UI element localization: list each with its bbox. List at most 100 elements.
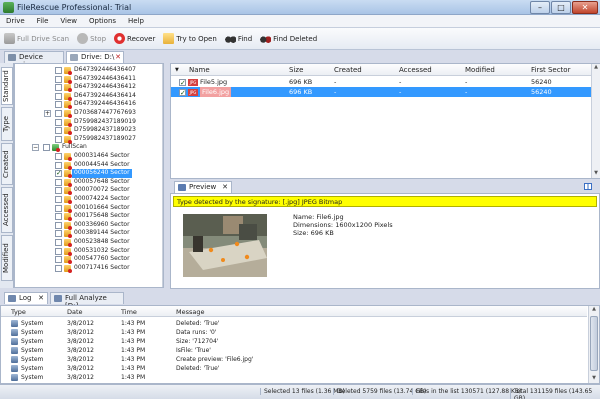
scroll-up-icon[interactable]: ▲	[163, 64, 164, 72]
menu-help[interactable]: Help	[122, 15, 150, 25]
tree-item[interactable]: + D703687447767693	[15, 109, 163, 118]
col-time[interactable]: Time	[121, 308, 137, 316]
tree-checkbox[interactable]	[55, 169, 62, 178]
file-list-scrollbar[interactable]: ▲ ▼	[591, 64, 600, 178]
tree-checkbox[interactable]	[55, 213, 62, 221]
find-button[interactable]: Find	[224, 31, 252, 47]
log-row[interactable]: System 3/8/2012 1:43 PM Deleted: 'True'	[1, 364, 587, 373]
layout-toggle-icon[interactable]	[584, 183, 592, 190]
try-to-open-button[interactable]: Try to Open	[163, 31, 217, 47]
tree-item[interactable]: D759982437189019	[15, 118, 163, 127]
col-created[interactable]: Created	[334, 66, 362, 74]
tree-checkbox[interactable]	[55, 187, 62, 195]
log-row[interactable]: System 3/8/2012 1:43 PM Size: '712704'	[1, 337, 587, 346]
tab-drive-close-icon[interactable]: ✕	[115, 53, 121, 61]
scroll-up-icon[interactable]: ▲	[592, 64, 600, 72]
tree-scrollbar[interactable]: ▲ ▼	[162, 64, 164, 287]
tree-item[interactable]: D759982437189023	[15, 126, 163, 136]
tree-item[interactable]: D647392446436416	[15, 100, 163, 110]
recover-button[interactable]: Recover	[114, 31, 155, 47]
log-row[interactable]: System 3/8/2012 1:43 PM	[1, 373, 587, 382]
tab-type[interactable]: Type	[1, 107, 13, 141]
log-row[interactable]: System 3/8/2012 1:43 PM Create preview: 'Fi…	[1, 355, 587, 364]
tab-accessed[interactable]: Accessed	[1, 187, 13, 233]
tree-checkbox[interactable]	[55, 204, 62, 212]
tree-item-sector[interactable]: 000175648 Sector	[15, 212, 163, 222]
tab-standard[interactable]: Standard	[1, 67, 13, 105]
tab-preview[interactable]: Preview ✕	[174, 181, 232, 193]
log-row[interactable]: System 3/8/2012 1:43 PM IsFile: 'True'	[1, 346, 587, 355]
tree-checkbox[interactable]	[55, 110, 62, 117]
col-size[interactable]: Size	[289, 66, 303, 74]
log-scrollbar[interactable]: ▲ ▼	[588, 306, 599, 383]
scroll-down-icon[interactable]: ▼	[592, 170, 600, 178]
tab-full-analyze[interactable]: Full Analyze [D:]	[50, 292, 124, 310]
menu-view[interactable]: View	[54, 15, 83, 25]
preview-close-icon[interactable]: ✕	[222, 183, 228, 191]
col-name[interactable]: Name	[189, 66, 210, 74]
collapse-icon[interactable]: −	[32, 144, 39, 152]
tree-checkbox[interactable]	[55, 92, 62, 100]
expand-icon[interactable]: +	[44, 110, 51, 117]
menu-file[interactable]: File	[31, 15, 55, 25]
col-type[interactable]: Type	[11, 308, 26, 316]
tree-checkbox[interactable]	[55, 196, 62, 203]
log-row[interactable]: System 3/8/2012 1:43 PM Data runs: '0'	[1, 328, 587, 337]
file-checkbox[interactable]	[179, 78, 186, 88]
close-button[interactable]: ✕	[572, 1, 598, 14]
tree-item[interactable]: D647392446436414	[15, 92, 163, 101]
tree-item-sector[interactable]: 000523848 Sector	[15, 238, 163, 247]
tree-item-sector[interactable]: 000547760 Sector	[15, 255, 163, 265]
tree-checkbox[interactable]	[55, 239, 62, 246]
col-date[interactable]: Date	[67, 308, 83, 316]
tree-checkbox[interactable]	[55, 118, 62, 126]
tree-item-sector[interactable]: 000057648 Sector	[15, 178, 163, 187]
log-row[interactable]: System 3/8/2012 1:43 PM Deleted: 'True'	[1, 319, 587, 328]
tree-item-sector[interactable]: 000074224 Sector	[15, 195, 163, 204]
log-close-icon[interactable]: ✕	[38, 294, 44, 302]
scroll-down-icon[interactable]: ▼	[163, 279, 164, 287]
tree-checkbox[interactable]	[55, 75, 62, 83]
full-drive-scan-button[interactable]: Full Drive Scan	[4, 31, 69, 47]
tree-checkbox[interactable]	[55, 127, 62, 135]
menu-options[interactable]: Options	[83, 15, 122, 25]
tab-drive[interactable]: Drive: D:\ ✕	[66, 51, 124, 63]
tree-item[interactable]: D647392446436411	[15, 75, 163, 84]
tree-item-sector[interactable]: 000070072 Sector	[15, 186, 163, 196]
tree-item-sector[interactable]: 000531032 Sector	[15, 247, 163, 256]
tree-item-sector[interactable]: 000389144 Sector	[15, 229, 163, 239]
tree-checkbox[interactable]	[55, 230, 62, 238]
tree-item-sector[interactable]: 000056240 Sector	[15, 169, 163, 179]
tree-checkbox[interactable]	[55, 221, 62, 229]
scroll-up-icon[interactable]: ▲	[589, 306, 599, 314]
tree-item-fullscan[interactable]: − FullScan	[15, 143, 163, 153]
tree-item-sector[interactable]: 000031464 Sector	[15, 152, 163, 161]
tab-created[interactable]: Created	[1, 143, 13, 185]
tree-item[interactable]: D647392446436412	[15, 83, 163, 93]
tree-item-sector[interactable]: 000336960 Sector	[15, 221, 163, 230]
tree-item-sector[interactable]: 000044544 Sector	[15, 161, 163, 170]
tree-checkbox[interactable]	[55, 135, 62, 143]
col-message[interactable]: Message	[176, 308, 205, 316]
tree-item[interactable]: D647392446436407	[15, 66, 163, 75]
tree-item-sector[interactable]: 000101664 Sector	[15, 204, 163, 213]
tree-checkbox[interactable]	[55, 67, 62, 74]
tree-checkbox[interactable]	[55, 256, 62, 264]
scroll-down-icon[interactable]: ▼	[589, 375, 599, 383]
tree-checkbox[interactable]	[55, 84, 62, 92]
tab-log[interactable]: Log ✕	[4, 292, 48, 304]
tree-checkbox[interactable]	[43, 144, 50, 152]
col-first-sector[interactable]: First Sector	[531, 66, 570, 74]
tree-checkbox[interactable]	[55, 264, 62, 272]
tree-item-sector[interactable]: 000717416 Sector	[15, 264, 163, 273]
tree-checkbox[interactable]	[55, 247, 62, 255]
tree-checkbox[interactable]	[55, 153, 62, 160]
file-row-selected[interactable]: JPG File6.jpg 696 KB - - - 56240	[171, 87, 591, 98]
col-modified[interactable]: Modified	[465, 66, 495, 74]
stop-button[interactable]: Stop	[77, 31, 106, 47]
file-row[interactable]: JPG File5.jpg 696 KB - - - 56240	[171, 77, 591, 88]
tree-checkbox[interactable]	[55, 101, 62, 109]
tab-modified[interactable]: Modified	[1, 235, 13, 281]
log-scroll-thumb[interactable]	[590, 316, 598, 371]
minimize-button[interactable]: –	[530, 1, 550, 14]
